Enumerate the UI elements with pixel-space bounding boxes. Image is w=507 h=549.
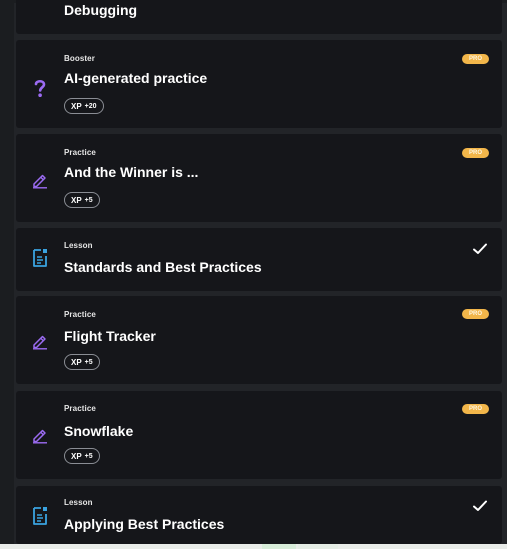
item-type: Lesson (64, 498, 93, 507)
item-title: Applying Best Practices (64, 516, 225, 532)
left-rail (0, 0, 14, 549)
item-title: AI-generated practice (64, 70, 208, 86)
list-item-snowflake[interactable]: Practice Snowflake XP +5 PRO (16, 391, 502, 479)
item-type: Practice (64, 310, 96, 319)
document-icon (30, 506, 50, 526)
item-title: And the Winner is ... (64, 164, 199, 180)
item-title: Standards and Best Practices (64, 259, 262, 275)
xp-badge: XP +20 (64, 98, 104, 114)
bottom-strip (0, 544, 507, 549)
question-mark-icon (30, 78, 50, 98)
xp-label: XP (71, 451, 82, 461)
xp-value: +5 (84, 196, 93, 204)
checkmark-icon (472, 242, 488, 256)
xp-badge: XP +5 (64, 354, 100, 370)
item-type: Lesson (64, 241, 93, 250)
lesson-list-page: Debugging Booster AI-generated practice … (0, 0, 507, 549)
pro-badge: PRO (462, 54, 489, 64)
item-type: Practice (64, 404, 96, 413)
list-item-debugging[interactable]: Debugging (16, 0, 502, 34)
pencil-icon (30, 331, 50, 351)
pencil-icon (30, 425, 50, 445)
pencil-icon (30, 170, 50, 190)
pro-badge: PRO (462, 148, 489, 158)
list-item-and-the-winner-is[interactable]: Practice And the Winner is ... XP +5 PRO (16, 134, 502, 222)
item-title: Flight Tracker (64, 328, 156, 344)
list-item-standards-and-best-practices[interactable]: Lesson Standards and Best Practices (16, 228, 502, 291)
xp-badge: XP +5 (64, 448, 100, 464)
xp-label: XP (71, 101, 82, 111)
item-title: Debugging (64, 2, 138, 18)
document-icon (30, 248, 50, 268)
pro-badge: PRO (462, 309, 489, 319)
list-item-applying-best-practices[interactable]: Lesson Applying Best Practices (16, 486, 502, 544)
xp-label: XP (71, 195, 82, 205)
xp-badge: XP +5 (64, 192, 100, 208)
checkmark-icon (472, 499, 488, 513)
item-type: Practice (64, 148, 96, 157)
list-item-ai-generated-practice[interactable]: Booster AI-generated practice XP +20 PRO (16, 40, 502, 128)
bottom-strip-segment (298, 544, 338, 549)
item-type: Booster (64, 54, 95, 63)
bottom-strip-segment (262, 544, 296, 549)
item-title: Snowflake (64, 423, 134, 439)
xp-value: +5 (84, 452, 93, 460)
xp-value: +20 (84, 102, 97, 110)
list-item-flight-tracker[interactable]: Practice Flight Tracker XP +5 PRO (16, 296, 502, 384)
pro-badge: PRO (462, 404, 489, 414)
xp-value: +5 (84, 358, 93, 366)
xp-label: XP (71, 357, 82, 367)
